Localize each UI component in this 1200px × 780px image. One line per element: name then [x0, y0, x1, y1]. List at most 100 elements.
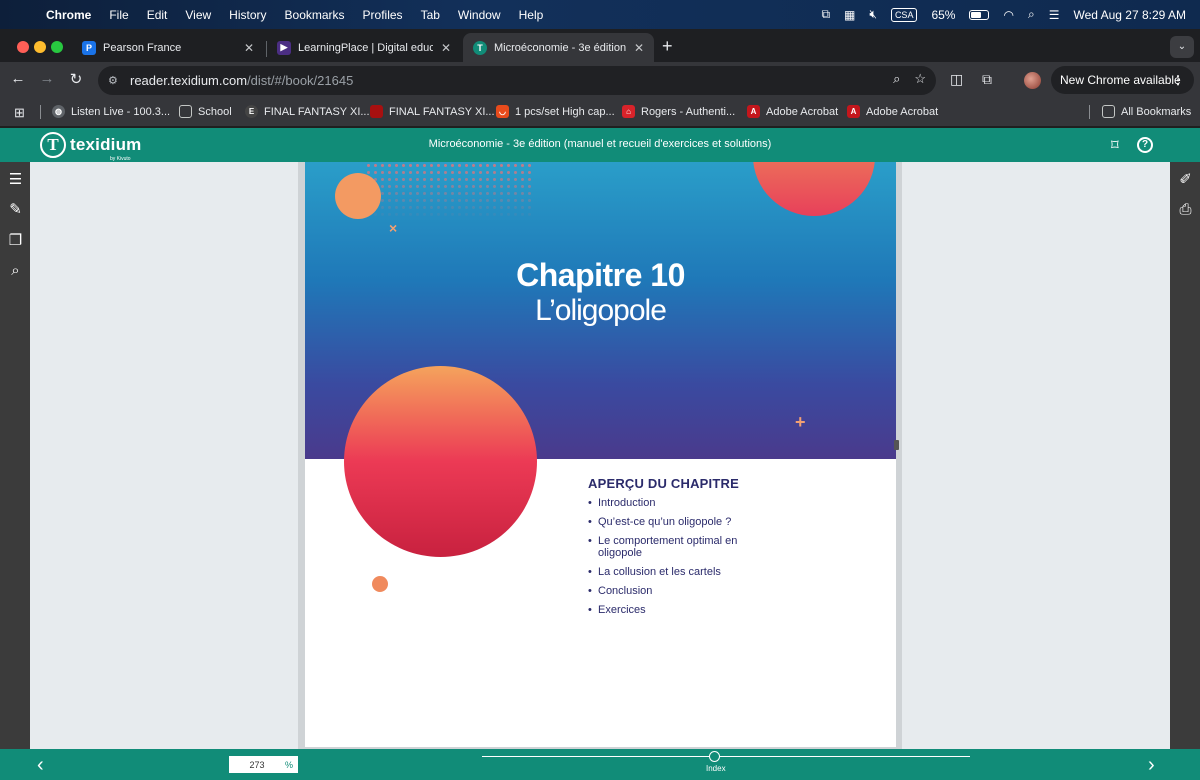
new-chrome-available-button[interactable]: New Chrome available ⋮ [1051, 66, 1194, 94]
apps-grid-icon[interactable]: ⊞ [14, 105, 25, 121]
bookmark-folder-school[interactable]: School [179, 105, 232, 118]
page-scroll-handle[interactable] [894, 440, 899, 450]
menu-bookmarks[interactable]: Bookmarks [285, 8, 345, 22]
reading-mode-icon[interactable]: ◫ [950, 71, 963, 88]
texidium-favicon-icon: T [473, 40, 487, 55]
reader-viewport: × + Chapitre 10 L’oligopole APERÇU DU CH… [30, 162, 1170, 749]
url-path: /dist/#/book/21645 [247, 73, 354, 88]
bookmarks-list-icon[interactable]: ❐ [7, 231, 24, 249]
small-orange-dot-decoration [372, 576, 388, 592]
ffxi-icon [370, 105, 383, 118]
bookmark-acrobat-2[interactable]: A Adobe Acrobat [847, 105, 938, 118]
overview-item: La collusion et les cartels [588, 566, 748, 578]
close-tab-icon[interactable]: ✕ [634, 41, 644, 55]
tab-strip: P Pearson France ✕ ▶ LearningPlace | Dig… [0, 29, 1200, 62]
next-page-icon[interactable]: › [1148, 754, 1155, 777]
translate-icon[interactable]: ⧉ [821, 7, 830, 22]
learningplace-favicon-icon: ▶ [277, 40, 291, 55]
annotation-icon[interactable]: ✐ [1177, 170, 1194, 188]
bookmark-separator [1089, 105, 1090, 119]
menu-edit[interactable]: Edit [147, 8, 168, 22]
url-host: reader.texidium.com [130, 73, 248, 88]
plus-decoration: + [795, 412, 806, 432]
new-tab-icon[interactable]: + [662, 36, 673, 57]
zoom-icon[interactable]: ⌕ [893, 71, 900, 87]
bookmark-page-icon[interactable]: ⌑ [1111, 136, 1119, 154]
bookmark-shop[interactable]: ◡ 1 pcs/set High cap... [496, 105, 615, 118]
orange-circle-decoration [335, 173, 381, 219]
profile-avatar[interactable] [1024, 72, 1041, 89]
reader-header: T texidium by Kivuto Microéconomie - 3e … [0, 128, 1200, 162]
page-slider-track[interactable] [482, 756, 970, 757]
battery-icon[interactable] [969, 9, 990, 20]
folder-icon [179, 105, 192, 118]
all-bookmarks-label: All Bookmarks [1121, 105, 1192, 118]
minimize-window-button[interactable] [34, 41, 46, 53]
notes-icon[interactable]: ✎ [7, 200, 24, 218]
tab-pearson[interactable]: P Pearson France ✕ [72, 33, 264, 62]
extensions-icon[interactable]: ⧉ [982, 71, 992, 88]
control-center-icon[interactable]: ☰ [1049, 8, 1060, 22]
tab-search-icon[interactable]: ⌄ [1170, 36, 1194, 58]
back-icon[interactable]: ← [8, 70, 28, 87]
reload-icon[interactable]: ↻ [66, 70, 86, 88]
chapter-title: L’oligopole [535, 294, 667, 327]
site-settings-icon[interactable]: ⚙ [108, 74, 122, 87]
search-icon[interactable]: ⌕ [7, 262, 24, 279]
bookmark-ffxi-1[interactable]: E FINAL FANTASY XI... [245, 105, 370, 118]
overview-heading: APERÇU DU CHAPITRE [588, 476, 739, 491]
new-chrome-label: New Chrome available [1060, 73, 1181, 87]
battery-percent: 65% [931, 7, 956, 22]
window-layout-icon[interactable]: ▦ [844, 8, 855, 22]
menu-window[interactable]: Window [458, 8, 501, 22]
bookmark-label: 1 pcs/set High cap... [515, 105, 615, 118]
chapter-number: Chapitre 10 [516, 257, 685, 293]
spotlight-search-icon[interactable]: ⌕ [1028, 7, 1035, 22]
bookmark-star-icon[interactable]: ☆ [914, 71, 926, 87]
tab-learningplace[interactable]: ▶ LearningPlace | Digital educat ✕ [267, 33, 461, 62]
book-page: × + Chapitre 10 L’oligopole APERÇU DU CH… [305, 162, 896, 747]
wifi-icon[interactable]: ◠ [1003, 8, 1013, 22]
bookmark-rogers[interactable]: ⌂ Rogers - Authenti... [622, 105, 735, 118]
right-toolbar: ✐ ⎙ [1170, 162, 1200, 749]
large-gradient-circle-decoration [344, 366, 537, 557]
close-window-button[interactable] [17, 41, 29, 53]
overview-item: Conclusion [588, 585, 748, 597]
index-label: Index [706, 764, 726, 773]
reader-footer: ‹ 273 % Index › [0, 749, 1200, 780]
tab-microeconomie[interactable]: T Microéconomie - 3e édition (r ✕ [463, 33, 654, 62]
page-number-field[interactable]: 273 % [229, 756, 298, 773]
browser-toolbar: ← → ↻ ⚙ reader.texidium.com/dist/#/book/… [0, 62, 1200, 98]
menu-file[interactable]: File [109, 8, 128, 22]
menu-view[interactable]: View [185, 8, 211, 22]
close-tab-icon[interactable]: ✕ [244, 41, 254, 55]
address-bar[interactable]: ⚙ reader.texidium.com/dist/#/book/21645 … [98, 66, 936, 95]
previous-page-icon[interactable]: ‹ [37, 754, 44, 777]
bookmark-label: Adobe Acrobat [866, 105, 939, 118]
menu-profiles[interactable]: Profiles [363, 8, 403, 22]
clock[interactable]: Wed Aug 27 8:29 AM [1073, 8, 1186, 22]
bookmark-acrobat-1[interactable]: A Adobe Acrobat [747, 105, 838, 118]
bookmark-label: Listen Live - 100.3... [71, 105, 171, 118]
print-icon[interactable]: ⎙ [1177, 201, 1194, 218]
close-tab-icon[interactable]: ✕ [441, 41, 451, 55]
menu-history[interactable]: History [229, 8, 266, 22]
forward-icon[interactable]: → [37, 70, 57, 87]
menu-help[interactable]: Help [519, 8, 544, 22]
link-icon[interactable]: % [285, 760, 293, 770]
table-of-contents-icon[interactable]: ☰ [7, 170, 24, 188]
rogers-icon: ⌂ [622, 105, 635, 118]
maximize-window-button[interactable] [51, 41, 63, 53]
input-source-icon[interactable]: CSA [890, 7, 918, 22]
overview-item: Le comportement optimal en oligopole [588, 535, 748, 559]
menu-app-chrome[interactable]: Chrome [46, 8, 91, 22]
all-bookmarks-button[interactable]: All Bookmarks [1102, 105, 1191, 118]
page-slider-knob[interactable] [709, 751, 720, 762]
help-icon[interactable]: ? [1137, 137, 1153, 153]
bookmark-ffxi-2[interactable]: FINAL FANTASY XI... [370, 105, 495, 118]
menu-tab[interactable]: Tab [421, 8, 440, 22]
chrome-menu-icon[interactable]: ⋮ [1172, 73, 1184, 87]
mute-icon[interactable]: 🔇︎ [869, 7, 877, 22]
bookmark-listen-live[interactable]: ◍ Listen Live - 100.3... [52, 105, 170, 118]
url-text[interactable]: reader.texidium.com/dist/#/book/21645 [130, 73, 353, 88]
